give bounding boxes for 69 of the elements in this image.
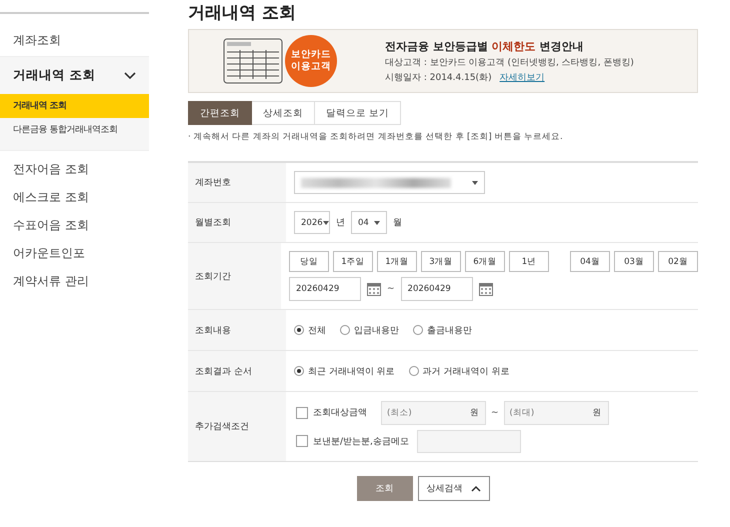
caret-icon [472, 180, 478, 184]
radio-button[interactable] [294, 325, 304, 335]
chevron-icon [124, 72, 136, 80]
unit-text: 월 [393, 217, 402, 229]
radio-button[interactable] [340, 325, 350, 335]
field-label: 추가검색조건 [188, 392, 286, 461]
field-label: 조회결과 순서 [188, 351, 286, 391]
radio-label: 입금내용만 [354, 324, 399, 336]
calendar-icon[interactable] [367, 282, 381, 296]
details-link[interactable]: 자세히보기 [500, 72, 545, 82]
sidebar-subitem[interactable]: 거래내역 조회 [0, 94, 149, 118]
caret-icon [374, 220, 380, 224]
month-button[interactable]: 04월 [570, 251, 610, 272]
checkbox[interactable] [296, 406, 308, 418]
period-button[interactable]: 1주일 [333, 251, 373, 272]
detail-search-button[interactable]: 상세검색 [418, 476, 490, 501]
sidebar-item[interactable]: 거래내역 조회 [0, 57, 149, 94]
banner-title: 전자금융 보안등급별 이체한도 변경안내 [385, 38, 585, 54]
radio-button[interactable] [408, 366, 419, 376]
banner-text: 대상고객 : 보안카드 이용고객 (인터넷뱅킹, 스타뱅킹, 폰뱅킹) [385, 58, 634, 68]
radio-label: 최근 거래내역이 위로 [308, 366, 395, 378]
tab[interactable]: 달력으로 보기 [315, 101, 402, 125]
end-date-field[interactable]: 20260429 [400, 277, 473, 301]
sidebar-subitem[interactable]: 다른금융 통합거래내역조회 [0, 118, 149, 142]
year-select[interactable]: 2026 [294, 211, 330, 234]
period-button[interactable]: 1년 [509, 251, 549, 272]
month-button[interactable]: 03월 [614, 251, 654, 272]
month-button[interactable]: 02월 [658, 251, 698, 272]
radio-label: 과거 거래내역이 위로 [422, 366, 510, 378]
banner-text: 시행일자 : 2014.4.15(화) [385, 72, 492, 82]
tab[interactable]: 간편조회 [188, 101, 252, 125]
unit-text: 원 [470, 406, 479, 418]
checkbox[interactable] [296, 435, 308, 447]
start-date-field[interactable]: 20260429 [289, 277, 361, 301]
sidebar-item[interactable]: 계좌조회 [0, 26, 149, 54]
period-button[interactable]: 1개월 [377, 251, 417, 272]
field-label: 조회내용 [188, 310, 286, 350]
sidebar-item[interactable]: 전자어음 조회 [0, 155, 149, 183]
period-button[interactable]: 당일 [289, 251, 329, 272]
sidebar-item[interactable]: 에스크로 조회 [0, 183, 149, 211]
note-text: · 계속해서 다른 계좌의 거래내역을 조회하려면 계좌번호를 선택한 후 [조회] 버튼을 누르세요. [188, 131, 564, 143]
account-select[interactable] [294, 171, 485, 194]
separator-text: ~ [491, 408, 499, 418]
radio-label: 출금내용만 [427, 324, 472, 336]
period-button[interactable]: 6개월 [465, 251, 505, 272]
security-card-icon [223, 38, 283, 84]
sidebar-item[interactable]: 수표어음 조회 [0, 211, 149, 239]
radio-label: 전체 [308, 324, 326, 336]
field-label: 조회기간 [188, 243, 281, 309]
radio-button[interactable] [294, 366, 304, 376]
month-select[interactable]: 04 [351, 211, 387, 234]
chevron-icon [470, 485, 480, 492]
sidebar-item[interactable]: 계약서류 관리 [0, 267, 149, 295]
checkbox-label: 보낸분/받는분,송금메모 [313, 436, 409, 448]
period-button[interactable]: 3개월 [421, 251, 461, 272]
caret-icon [322, 220, 329, 224]
unit-text: 년 [336, 217, 345, 229]
field-label: 월별조회 [188, 203, 286, 242]
separator-text: ~ [387, 284, 395, 294]
field-label: 계좌번호 [188, 163, 286, 202]
unit-text: 원 [592, 406, 602, 418]
calendar-icon[interactable] [478, 282, 493, 296]
page-title: 거래내역 조회 [188, 2, 297, 23]
checkbox-label: 조회대상금액 [313, 407, 367, 419]
tab[interactable]: 상세조회 [252, 101, 315, 125]
badge-circle: 보안카드 이용고객 [285, 35, 337, 87]
radio-button[interactable] [413, 325, 423, 335]
sidebar-item[interactable]: 어카운트인포 [0, 239, 149, 267]
memo-field[interactable] [417, 430, 521, 452]
